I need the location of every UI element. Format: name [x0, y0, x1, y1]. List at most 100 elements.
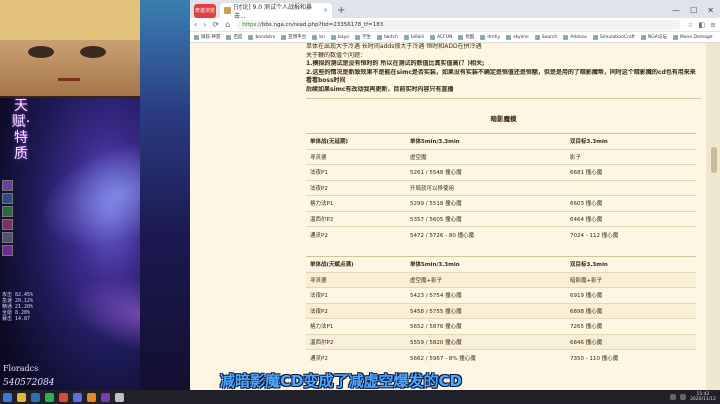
bookmark-item[interactable]: Addons — [563, 35, 587, 40]
table-cell: 温西尔P2 — [306, 333, 406, 350]
url-scheme: https:// — [242, 21, 262, 28]
chat-icon[interactable] — [45, 392, 54, 402]
table-cell: 单体战(无延期) — [306, 133, 406, 149]
table-cell: 7265 撞心魔 — [566, 318, 696, 334]
table-header-row: 单体战(天赋点满) 单体5min/3.3min 双目标3.3min — [306, 256, 696, 272]
avatar-eye — [80, 46, 106, 58]
table-cell: 单体5min/3.3min — [406, 133, 566, 149]
ability-icon — [2, 232, 13, 243]
bookmark-item[interactable]: Search — [535, 35, 557, 40]
table-cell: 法夜P1 — [306, 164, 406, 180]
table-row: 通灵P2 5472 / 5726 - 80 撞心魔 7024 - 112 撞心魔 — [306, 226, 696, 242]
table-cell: 6919 撞心魔 — [566, 287, 696, 303]
bookmark-item[interactable]: ACFUN — [430, 35, 452, 40]
forward-button[interactable]: › — [203, 20, 206, 29]
home-button[interactable]: ⌂ — [225, 20, 230, 29]
star-icon[interactable]: ☆ — [687, 21, 693, 29]
divider — [306, 98, 701, 99]
start-icon[interactable] — [3, 392, 12, 402]
bookmark-item[interactable]: Mono Damage — [673, 35, 713, 40]
table-row: 格力法P1 5652 / 5876 撞心魔 7265 撞心魔 — [306, 318, 696, 334]
table-header-row: 单体战(无延期) 单体5min/3.3min 双目标3.3min — [306, 133, 696, 149]
sim-table-2: 单体战(天赋点满) 单体5min/3.3min 双目标3.3min 寻灵德 虚空… — [306, 256, 696, 365]
app-icon[interactable] — [73, 392, 82, 402]
bookmark-item[interactable]: bayo — [331, 35, 349, 40]
table-cell: 寻灵德 — [306, 148, 406, 165]
settings-icon[interactable] — [115, 392, 124, 402]
close-window-button[interactable]: ✕ — [707, 6, 714, 15]
bookmark-item[interactable]: 亚博平台 — [281, 34, 306, 40]
table-cell: 6898 撞心魔 — [566, 302, 696, 319]
table-cell: 双目标3.3min — [566, 133, 696, 149]
extension-icon[interactable]: ◧ — [699, 21, 706, 29]
window-controls: — ☐ ✕ — [672, 3, 720, 18]
taskbar: 15:42 2020/11/12 — [0, 390, 720, 404]
menu-icon[interactable]: ≡ — [710, 21, 716, 29]
table-cell: 寻灵德 — [306, 271, 406, 288]
browser-icon[interactable] — [59, 392, 68, 402]
avatar-eye — [28, 46, 54, 58]
game-background-pane — [140, 0, 190, 390]
tab-title: [讨论] 9.0 测试个人战报和暴击... — [233, 3, 312, 20]
close-tab-icon[interactable]: × — [323, 7, 328, 14]
bookmark-item[interactable]: bn — [312, 35, 325, 40]
table-cell: 法夜P1 — [306, 287, 406, 303]
ability-icon — [2, 180, 13, 191]
post-line: 单体在出现大于冷遇 长时间adds很大于冷遇 恒时和ADD在拼冷遇 — [306, 43, 482, 50]
obs-icon[interactable] — [101, 392, 110, 402]
game-icon[interactable] — [87, 392, 96, 402]
new-tab-button[interactable]: + — [337, 3, 345, 18]
table-cell: 法夜P2 — [306, 302, 406, 319]
sim-table-1: 单体战(无延期) 单体5min/3.3min 双目标3.3min 寻灵德 虚空魔… — [306, 133, 696, 242]
table-cell: 开局就可以移使用 — [406, 179, 566, 196]
table-row: 法夜P1 5423 / 5754 撞心魔 6919 撞心魔 — [306, 287, 696, 303]
table-cell: 影子 — [566, 148, 696, 165]
stream-subtitle: 减暗影魔CD变成了减虚空爆发的CD — [220, 372, 462, 390]
bookmark-item[interactable]: NGA论坛 — [641, 34, 667, 40]
bookmark-item[interactable]: dmhy — [480, 35, 500, 40]
desktop-screen: 天赋·特质 攻击 82.45% 急速 20.12% 精通 21.20% 全能 8… — [0, 0, 720, 404]
bookmark-item[interactable]: skyline — [506, 35, 529, 40]
maximize-button[interactable]: ☐ — [690, 6, 697, 15]
ability-icon — [2, 219, 13, 230]
table-cell: 温西尔P2 — [306, 210, 406, 227]
clock[interactable]: 15:42 2020/11/12 — [690, 392, 716, 402]
table-cell: 7350 - 110 撞心魔 — [566, 349, 696, 365]
table-cell: 通灵P2 — [306, 226, 406, 242]
bookmark-item[interactable]: bondstrx — [248, 35, 275, 40]
game-view: 天赋·特质 攻击 82.45% 急速 20.12% 精通 21.20% 全能 8… — [0, 0, 190, 390]
avatar-hair — [0, 0, 140, 40]
url-input[interactable]: https://bbs.nga.cn/read.php?tid=23356178… — [236, 19, 682, 30]
table-cell: 单体5min/3.3min — [406, 256, 566, 272]
browser-logo[interactable]: 奇迹浏览器 — [194, 4, 216, 28]
bookmark-item[interactable]: 微软·神游 — [194, 34, 220, 40]
tab-active[interactable]: [讨论] 9.0 测试个人战报和暴击... × — [220, 3, 332, 20]
post-line: 后续如果simc有改动我再更新，目前实时内容只有直播 — [306, 85, 454, 93]
post-line: 1.模拟的测试是没有恒时的 所以在测试的数值比真实值高(？)相关; — [306, 60, 485, 67]
steam-icon[interactable] — [31, 392, 40, 402]
table-row: 法夜P1 5261 / 5548 撞心魔 6681 撞心魔 — [306, 164, 696, 180]
webcam-overlay — [0, 0, 140, 98]
table-cell: 5472 / 5726 - 80 撞心魔 — [406, 226, 566, 242]
table-cell: 7024 - 112 撞心魔 — [566, 226, 696, 242]
network-icon[interactable] — [670, 394, 677, 400]
reload-button[interactable]: ⟳ — [212, 20, 219, 29]
folder-icon[interactable] — [17, 392, 26, 402]
bookmark-item[interactable]: 优酷 — [458, 34, 474, 40]
bookmark-item[interactable]: bilibili — [404, 35, 424, 40]
table-row: 法夜P2 开局就可以移使用 — [306, 179, 696, 196]
bookmark-item[interactable]: SimulationCraft — [593, 35, 635, 40]
forum-post: 单体在出现大于冷遇 长时间adds很大于冷遇 恒时和ADD在拼冷遇 关于鞭的数值… — [306, 43, 701, 365]
table-cell: 5357 / 5605 撞心魔 — [406, 210, 566, 227]
volume-icon[interactable] — [680, 394, 687, 400]
bookmark-item[interactable]: twitch — [377, 35, 398, 40]
character-stats: 攻击 82.45% 急速 20.12% 精通 21.20% 全能 8.20% 暴… — [2, 292, 33, 322]
bookmark-item[interactable]: 学生 — [355, 34, 371, 40]
table-row: 通灵P2 5662 / 5967 - 8% 撞心魔 7350 - 110 撞心魔 — [306, 349, 696, 365]
scrollbar-thumb[interactable] — [711, 147, 717, 173]
bookmark-item[interactable]: 百度 — [226, 34, 242, 40]
minimize-button[interactable]: — — [672, 6, 680, 15]
scrollbar-track[interactable] — [706, 43, 720, 390]
back-button[interactable]: ‹ — [194, 20, 197, 29]
table-row: 寻灵德 虚空魔+影子 暗影魔+影子 — [306, 271, 696, 288]
